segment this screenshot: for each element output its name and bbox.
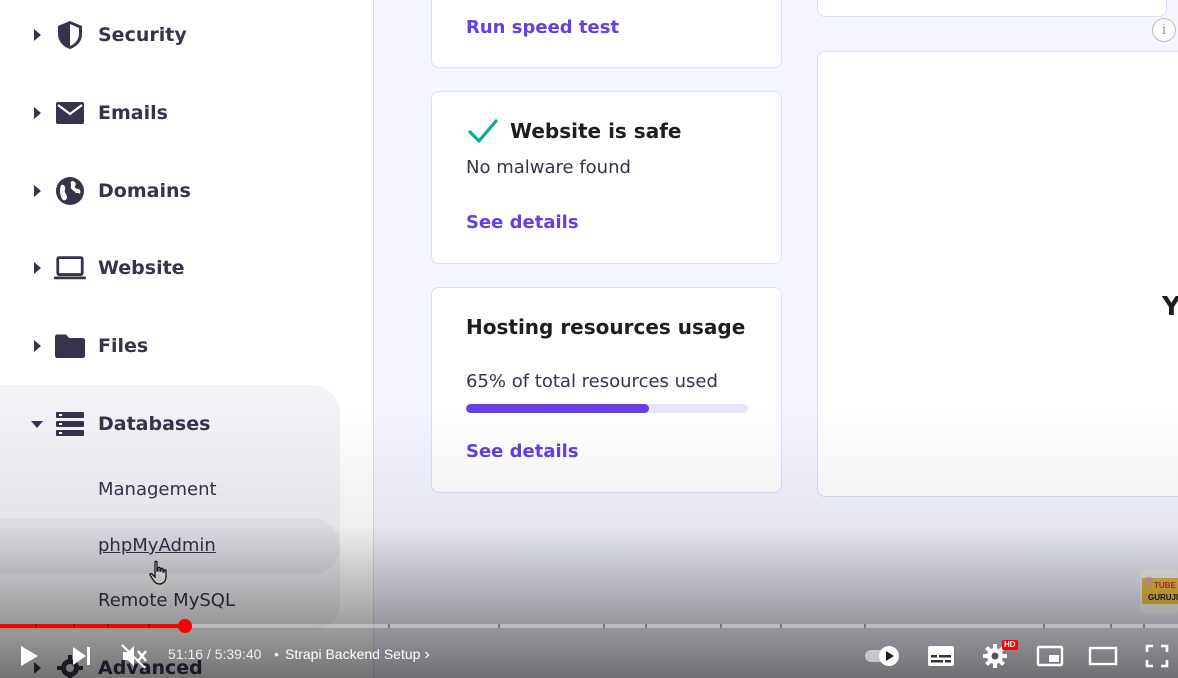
run-speed-test-link[interactable]: Run speed test bbox=[466, 17, 619, 38]
sidebar-item-files[interactable]: Files bbox=[0, 326, 340, 366]
caret-right-icon bbox=[30, 261, 44, 275]
next-button[interactable] bbox=[66, 640, 98, 672]
fullscreen-button[interactable] bbox=[1141, 640, 1173, 672]
top-right-card bbox=[817, 0, 1167, 17]
theater-icon bbox=[1088, 646, 1118, 666]
miniplayer-icon bbox=[1036, 645, 1064, 667]
channel-logo[interactable]: TUBE GURUJI bbox=[1140, 570, 1178, 614]
resources-title: Hosting resources usage bbox=[466, 315, 746, 339]
hosting-resources-card: Hosting resources usage 65% of total res… bbox=[431, 287, 782, 493]
sidebar: Security Emails Domains Website Files Da… bbox=[0, 0, 374, 678]
time-display: 51:16 / 5:39:40 bbox=[168, 646, 262, 662]
chapter-marker bbox=[148, 624, 150, 628]
chapter-marker bbox=[498, 624, 500, 628]
mute-button[interactable] bbox=[118, 640, 150, 672]
sidebar-item-website[interactable]: Website bbox=[0, 248, 340, 288]
chapter-marker bbox=[780, 624, 782, 628]
resources-progress-fill bbox=[466, 404, 650, 413]
autoplay-icon bbox=[865, 646, 899, 666]
safety-title: Website is safe bbox=[510, 119, 682, 143]
chapter-marker bbox=[35, 624, 37, 628]
chapter-marker bbox=[73, 624, 75, 628]
sidebar-item-label: Databases bbox=[98, 413, 211, 435]
caret-right-icon bbox=[30, 28, 44, 42]
fullscreen-icon bbox=[1145, 644, 1169, 668]
sidebar-item-label: Security bbox=[98, 24, 187, 46]
chapter-marker bbox=[645, 624, 647, 628]
chapter-marker bbox=[864, 624, 866, 628]
video-scrubber-handle[interactable] bbox=[177, 619, 192, 633]
chapter-marker bbox=[107, 624, 109, 628]
check-icon bbox=[468, 119, 498, 143]
video-progress-played bbox=[0, 624, 185, 628]
play-button[interactable] bbox=[14, 640, 44, 672]
next-icon bbox=[73, 647, 90, 665]
shield-icon bbox=[54, 19, 86, 51]
miniplayer-button[interactable] bbox=[1034, 640, 1066, 672]
caret-right-icon bbox=[30, 339, 44, 353]
caret-right-icon bbox=[30, 184, 44, 198]
right-panel-card bbox=[817, 51, 1178, 497]
autoplay-toggle[interactable] bbox=[862, 640, 904, 672]
hd-badge: HD bbox=[1002, 640, 1018, 650]
speed-test-card: Run speed test bbox=[431, 0, 782, 68]
right-panel-heading: Y bbox=[1162, 292, 1178, 322]
chapter-marker bbox=[720, 624, 722, 628]
chapter-marker bbox=[603, 624, 605, 628]
laptop-icon bbox=[54, 252, 86, 284]
svg-text:GURUJI: GURUJI bbox=[1148, 593, 1178, 602]
submenu-item-remote-mysql[interactable]: Remote MySQL bbox=[98, 590, 235, 611]
theater-mode-button[interactable] bbox=[1086, 640, 1120, 672]
resources-progress-bar bbox=[466, 404, 748, 413]
website-safety-card: Website is safe No malware found See det… bbox=[431, 91, 782, 264]
subtitles-button[interactable] bbox=[925, 640, 957, 672]
safety-description: No malware found bbox=[466, 157, 631, 178]
caret-right-icon bbox=[30, 106, 44, 120]
chapter-marker bbox=[1143, 624, 1145, 628]
info-icon[interactable]: i bbox=[1152, 18, 1176, 42]
svg-text:TUBE: TUBE bbox=[1154, 581, 1176, 590]
submenu-item-phpmyadmin[interactable]: phpMyAdmin bbox=[98, 535, 216, 556]
sidebar-item-label: Domains bbox=[98, 180, 191, 202]
chapter-title[interactable]: Strapi Backend Setup › bbox=[285, 646, 430, 664]
time-separator: • bbox=[274, 646, 279, 662]
resources-see-details-link[interactable]: See details bbox=[466, 441, 579, 462]
sidebar-item-security[interactable]: Security bbox=[0, 15, 340, 55]
folder-icon bbox=[54, 330, 86, 362]
caret-down-icon bbox=[30, 417, 44, 431]
chapter-marker bbox=[1043, 624, 1045, 628]
safety-see-details-link[interactable]: See details bbox=[466, 212, 579, 233]
subtitles-icon bbox=[928, 646, 954, 666]
resources-usage-text: 65% of total resources used bbox=[466, 371, 718, 392]
sidebar-item-label: Files bbox=[98, 335, 149, 357]
sidebar-item-databases[interactable]: Databases bbox=[0, 404, 340, 444]
globe-icon bbox=[54, 175, 86, 207]
chapter-marker bbox=[388, 624, 390, 628]
sidebar-item-label: Emails bbox=[98, 102, 168, 124]
play-icon bbox=[21, 646, 38, 666]
mail-icon bbox=[54, 97, 86, 129]
database-icon bbox=[54, 408, 86, 440]
video-progress-bar[interactable] bbox=[0, 619, 1178, 633]
sidebar-item-label: Website bbox=[98, 257, 185, 279]
sidebar-item-emails[interactable]: Emails bbox=[0, 93, 340, 133]
hand-cursor-icon bbox=[149, 560, 167, 585]
submenu-item-management[interactable]: Management bbox=[98, 479, 217, 500]
sidebar-item-domains[interactable]: Domains bbox=[0, 171, 340, 211]
chevron-right-icon: › bbox=[424, 646, 430, 663]
volume-muted-icon bbox=[121, 644, 147, 669]
chapter-marker bbox=[1110, 624, 1112, 628]
